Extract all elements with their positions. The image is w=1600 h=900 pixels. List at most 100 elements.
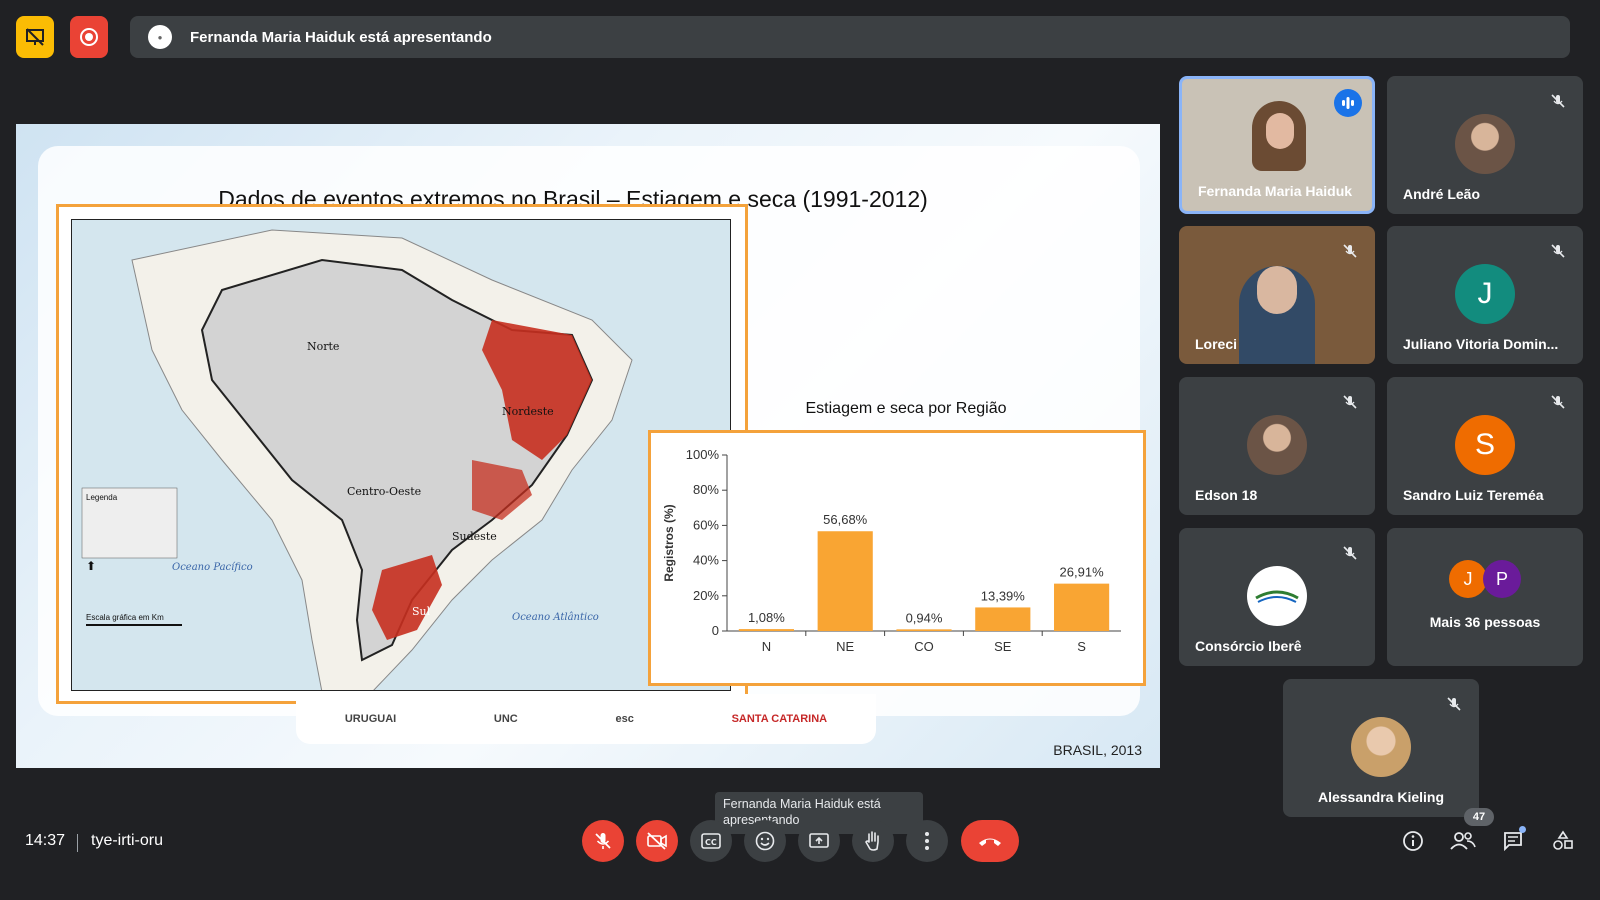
presenter-banner-text: Fernanda Maria Haiduk está apresentando <box>190 28 492 46</box>
participant-name: Edson 18 <box>1195 487 1258 503</box>
x-tick-label: NE <box>836 639 854 654</box>
activities-icon <box>1553 830 1573 850</box>
x-tick-label: SE <box>994 639 1012 654</box>
presenter-banner: ● Fernanda Maria Haiduk está apresentand… <box>130 16 1570 58</box>
chat-icon <box>1504 832 1522 852</box>
participants-count-badge: 47 <box>1464 808 1494 826</box>
slide-credit: BRASIL, 2013 <box>1053 742 1142 758</box>
mic-off-icon <box>1547 240 1569 262</box>
shared-presentation: Dados de eventos extremos no Brasil – Es… <box>16 124 1160 768</box>
x-tick-label: CO <box>914 639 934 654</box>
meeting-code: tye-irti-oru <box>91 832 164 849</box>
leave-call-button[interactable] <box>961 820 1019 862</box>
camera-toggle-button[interactable] <box>636 820 678 862</box>
presenter-avatar: ● <box>148 25 172 49</box>
map-graphic: Norte Nordeste Centro-Oeste Sudeste Sul … <box>72 220 730 690</box>
more-options-button[interactable] <box>906 820 948 862</box>
speaking-indicator <box>1334 89 1362 117</box>
y-tick-label: 80% <box>693 482 719 497</box>
emoji-reaction-button[interactable] <box>744 820 786 862</box>
hangup-icon <box>979 838 1001 846</box>
bottom-controls: 14:37 tye-irti-oru Fernanda Maria Haiduk… <box>0 792 1600 900</box>
present-now-button[interactable] <box>798 820 840 862</box>
chart-svg: 0 20% 40% 60% 80% 100% Registros (%) N 1,08% NE 56… <box>662 447 1121 654</box>
bar-n <box>738 629 794 631</box>
divider <box>77 834 78 852</box>
participant-tile-andre[interactable]: André Leão <box>1387 76 1583 214</box>
data-label: 56,68% <box>823 512 868 527</box>
presentation-indicator-button[interactable] <box>16 16 54 58</box>
map-label-norte: Norte <box>307 340 339 353</box>
participant-face <box>1266 113 1294 149</box>
bar-se <box>975 607 1031 631</box>
presentation-icon <box>26 28 44 46</box>
map-label-nordeste: Nordeste <box>502 405 554 418</box>
participant-tile-more-people[interactable]: J P Mais 36 pessoas <box>1387 528 1583 666</box>
avatar <box>1247 415 1307 475</box>
raise-hand-button[interactable] <box>852 820 894 862</box>
chat-button[interactable] <box>1498 826 1528 856</box>
meeting-time: 14:37 <box>25 832 66 849</box>
mic-off-icon <box>1339 542 1361 564</box>
logo-uruguai: URUGUAI <box>344 713 397 725</box>
bar-co <box>896 629 952 631</box>
group-avatar-2: P <box>1483 560 1521 598</box>
mic-off-icon <box>1339 391 1361 413</box>
participant-face <box>1257 266 1297 314</box>
participant-tile-edson[interactable]: Edson 18 <box>1179 377 1375 515</box>
mic-off-icon <box>595 833 611 849</box>
participant-tile-alessandra[interactable]: Alessandra Kieling <box>1283 679 1479 817</box>
brazil-map: Norte Nordeste Centro-Oeste Sudeste Sul … <box>71 219 731 691</box>
meeting-details-button[interactable] <box>1398 826 1428 856</box>
mic-off-icon <box>1547 90 1569 112</box>
recording-indicator-button[interactable] <box>70 16 108 58</box>
participant-tile-consorcio[interactable]: Consórcio Iberê <box>1179 528 1375 666</box>
map-legend-title: Legenda <box>86 493 118 502</box>
x-tick-label: S <box>1077 639 1086 654</box>
y-tick-label: 100% <box>686 447 720 462</box>
participant-name: Fernanda Maria Haiduk <box>1198 183 1353 199</box>
participant-tile-fernanda[interactable]: Fernanda Maria Haiduk <box>1179 76 1375 214</box>
x-tick-label: N <box>762 639 771 654</box>
top-bar: ● Fernanda Maria Haiduk está apresentand… <box>16 16 1584 58</box>
participant-tile-sandro[interactable]: S Sandro Luiz Tereméa <box>1387 377 1583 515</box>
y-tick-label: 60% <box>693 517 719 532</box>
logo-santa-catarina: SANTA CATARINA <box>731 713 828 725</box>
camera-off-icon <box>647 832 667 850</box>
logo-esc: esc <box>615 713 634 725</box>
participant-name: Juliano Vitoria Domin... <box>1403 336 1559 352</box>
mic-toggle-button[interactable] <box>582 820 624 862</box>
captions-button[interactable]: CC <box>690 820 732 862</box>
people-button[interactable] <box>1448 826 1478 856</box>
participant-tile-juliano[interactable]: J Juliano Vitoria Domin... <box>1387 226 1583 364</box>
participant-name: Sandro Luiz Tereméa <box>1403 487 1544 503</box>
mic-off-icon <box>1339 240 1361 262</box>
participant-tile-loreci[interactable]: Loreci <box>1179 226 1375 364</box>
y-axis-label: Registros (%) <box>662 504 676 581</box>
map-scale-label: Escala gráfica em Km <box>86 613 164 622</box>
map-label-pacifico: Oceano Pacífico <box>172 562 253 573</box>
present-screen-icon <box>809 833 829 848</box>
brazil-map-figure: Norte Nordeste Centro-Oeste Sudeste Sul … <box>56 204 748 704</box>
info-icon <box>1403 831 1423 851</box>
map-label-sudeste: Sudeste <box>452 530 497 543</box>
consorcio-logo-icon <box>1255 590 1299 603</box>
bar-s <box>1054 583 1110 631</box>
people-icon <box>1450 832 1476 850</box>
data-label: 0,94% <box>906 610 943 625</box>
group-avatar-1: J <box>1449 560 1487 598</box>
activities-button[interactable] <box>1548 826 1578 856</box>
data-label: 13,39% <box>981 588 1026 603</box>
logo-unc: UNC <box>493 713 518 725</box>
svg-text:CC: CC <box>705 838 717 847</box>
participant-name: Alessandra Kieling <box>1317 789 1445 805</box>
raise-hand-icon <box>865 831 879 851</box>
data-label: 1,08% <box>748 610 785 625</box>
more-people-label: Mais 36 pessoas <box>1429 614 1541 630</box>
map-label-atlantico: Oceano Atlântico <box>512 612 599 623</box>
audio-level-icon <box>1342 97 1354 109</box>
record-icon <box>80 28 98 46</box>
mic-off-icon <box>1547 391 1569 413</box>
y-tick-label: 40% <box>693 553 719 568</box>
y-tick-label: 20% <box>693 588 719 603</box>
